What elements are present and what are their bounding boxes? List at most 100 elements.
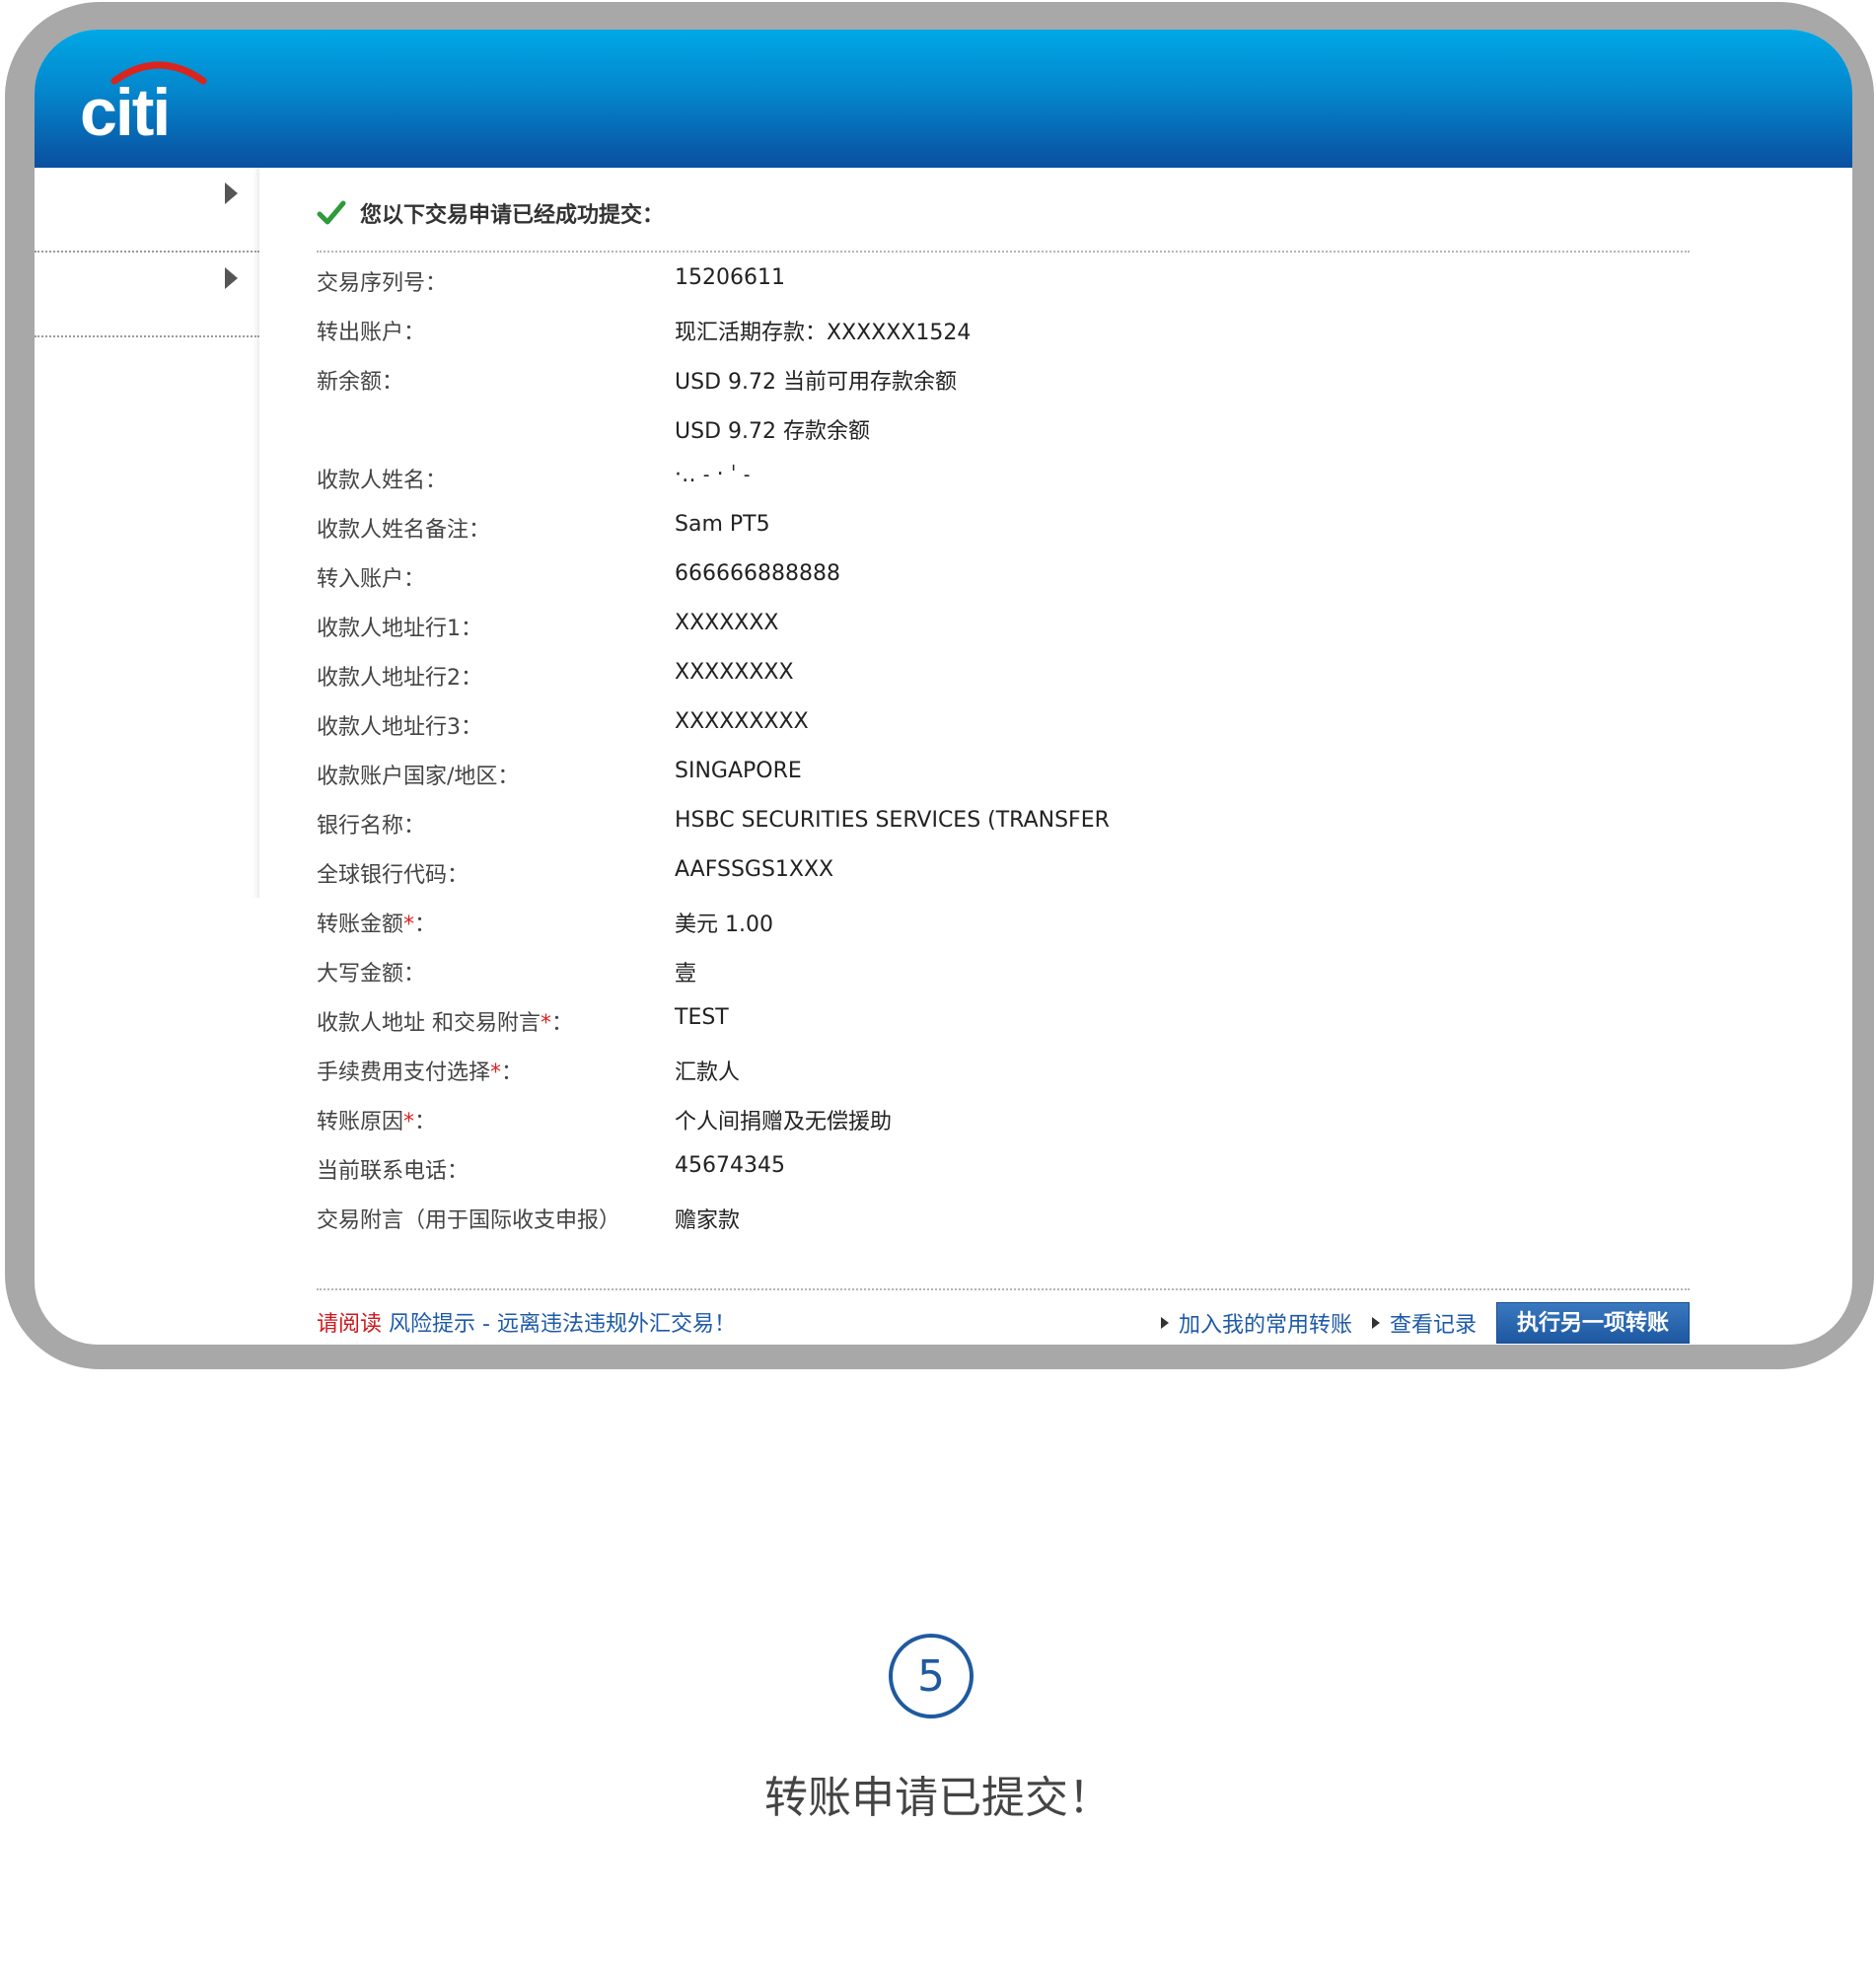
payee-name-value: ·‥ ˗ ‧ ˈ ˗ (675, 463, 751, 487)
check-icon (317, 200, 346, 225)
amount-words-label: 大写金额： (317, 962, 426, 986)
country-value: SINGAPORE (675, 759, 802, 783)
swift-code-label: 全球银行代码： (317, 863, 469, 888)
amount-value: 美元 1.00 (675, 913, 773, 937)
detail-row-amount: 转账金额*： 美元 1.00 (317, 895, 1690, 944)
colon: ： (414, 913, 437, 937)
detail-row-balance-deposit: USD 9.72 存款余额 (317, 402, 1690, 451)
logo-text: citi (80, 75, 171, 150)
header-bar: citi (35, 30, 1852, 168)
address-line2-label: 收款人地址行2： (317, 666, 482, 691)
confirmation-panel: 您以下交易申请已经成功提交： 交易序列号： 15206611 转出账户： 现汇活… (317, 168, 1707, 1344)
payee-name-label: 收款人姓名： (317, 469, 448, 493)
message-label: 收款人地址 和交易附言*： (317, 1005, 573, 1037)
triangle-right-icon (1371, 1317, 1380, 1329)
divider-top (317, 251, 1690, 253)
detail-row-from: 转出账户： 现汇活期存款：XXXXXX1524 (317, 303, 1690, 352)
reason-label-text: 转账原因 (317, 1110, 404, 1134)
citi-logo[interactable]: citi (80, 55, 218, 154)
detail-row-remark: 交易附言（用于国际收支申报） 赡家款 (317, 1191, 1690, 1240)
amount-label: 转账金额*： (317, 907, 436, 938)
address-line2-value: XXXXXXXX (675, 660, 794, 685)
payee-note-value: Sam PT5 (675, 512, 770, 537)
fee-value: 汇款人 (675, 1060, 741, 1085)
serial-label: 交易序列号： (317, 271, 448, 296)
remark-label: 交易附言（用于国际收支申报） (317, 1208, 621, 1233)
bank-name-label: 银行名称： (317, 814, 426, 839)
sidebar (35, 168, 259, 898)
arrow-right-icon (225, 183, 238, 204)
arrow-right-icon (225, 267, 238, 289)
detail-row-phone: 当前联系电话： 45674345 (317, 1141, 1690, 1191)
step-number-badge: 5 (889, 1634, 974, 1718)
detail-row-serial: 交易序列号： 15206611 (317, 254, 1690, 303)
phone-label: 当前联系电话： (317, 1159, 469, 1184)
app-screen: citi 您以下交易申请已经成功提交： 交易序列号： 15206611 转出账户… (35, 30, 1852, 1345)
detail-row-amount-words: 大写金额： 壹 (317, 944, 1690, 993)
detail-row-addr3: 收款人地址行3： XXXXXXXXX (317, 697, 1690, 747)
risk-notice: 请阅读 风险提示 - 远离违法违规外汇交易！ (317, 1306, 736, 1338)
device-frame: citi 您以下交易申请已经成功提交： 交易序列号： 15206611 转出账户… (5, 2, 1874, 1369)
success-message: 您以下交易申请已经成功提交： (317, 193, 664, 233)
detail-row-to-account: 转入账户： 666666888888 (317, 549, 1690, 599)
step-caption: 转账申请已提交！ (764, 1773, 1112, 1823)
balance-deposit-value: USD 9.72 存款余额 (675, 419, 870, 444)
amount-words-value: 壹 (675, 962, 697, 986)
address-line1-label: 收款人地址行1： (317, 617, 482, 641)
detail-row-bank: 银行名称： HSBC SECURITIES SERVICES (TRANSFER (317, 796, 1690, 845)
required-mark: * (403, 913, 415, 937)
address-line1-value: XXXXXXX (675, 611, 779, 635)
add-favorite-link[interactable]: 加入我的常用转账 (1160, 1307, 1352, 1339)
colon: ： (414, 1110, 437, 1134)
detail-row-balance: 新余额： USD 9.72 当前可用存款余额 (317, 352, 1690, 402)
remark-value: 赡家款 (675, 1208, 741, 1233)
from-account-label: 转出账户： (317, 321, 426, 345)
reason-label: 转账原因*： (317, 1104, 436, 1135)
detail-row-swift: 全球银行代码： AAFSSGS1XXX (317, 845, 1690, 895)
country-label: 收款账户国家/地区： (317, 765, 520, 789)
balance-available-value: USD 9.72 当前可用存款余额 (675, 370, 957, 395)
another-transfer-button[interactable]: 执行另一项转账 (1495, 1302, 1690, 1344)
to-account-value: 666666888888 (675, 561, 840, 586)
colon: ： (551, 1011, 574, 1036)
reason-value: 个人间捐赠及无偿援助 (675, 1110, 893, 1134)
address-line3-label: 收款人地址行3： (317, 715, 482, 740)
transaction-details: 交易序列号： 15206611 转出账户： 现汇活期存款：XXXXXX1524 … (317, 254, 1690, 1240)
message-value: TEST (675, 1005, 729, 1030)
fee-label-text: 手续费用支付选择 (317, 1060, 491, 1085)
required-mark: * (403, 1110, 415, 1134)
detail-row-message: 收款人地址 和交易附言*： TEST (317, 993, 1690, 1043)
amount-label-text: 转账金额 (317, 913, 404, 937)
to-account-label: 转入账户： (317, 567, 426, 592)
detail-row-addr2: 收款人地址行2： XXXXXXXX (317, 648, 1690, 697)
phone-value: 45674345 (675, 1153, 785, 1178)
balance-label: 新余额： (317, 370, 404, 395)
view-records-link[interactable]: 查看记录 (1371, 1307, 1477, 1339)
payee-note-label: 收款人姓名备注： (317, 518, 491, 543)
message-label-text: 收款人地址 和交易附言 (317, 1011, 541, 1036)
detail-row-payee-note: 收款人姓名备注： Sam PT5 (317, 500, 1690, 549)
risk-warning-link[interactable]: 风险提示 - 远离违法违规外汇交易！ (389, 1312, 736, 1337)
bank-name-value: HSBC SECURITIES SERVICES (TRANSFER (675, 808, 1110, 833)
serial-value: 15206611 (675, 265, 785, 290)
address-line3-value: XXXXXXXXX (675, 709, 809, 734)
fee-label: 手续费用支付选择*： (317, 1055, 523, 1086)
from-account-value: 现汇活期存款：XXXXXX1524 (675, 321, 972, 345)
detail-row-fee: 手续费用支付选择*： 汇款人 (317, 1043, 1690, 1092)
divider-bottom (317, 1288, 1690, 1290)
sidebar-item-1[interactable] (35, 168, 259, 253)
triangle-right-icon (1160, 1317, 1169, 1329)
sidebar-item-2[interactable] (35, 253, 259, 337)
detail-row-payee-name: 收款人姓名： ·‥ ˗ ‧ ˈ ˗ (317, 451, 1690, 500)
detail-row-addr1: 收款人地址行1： XXXXXXX (317, 599, 1690, 648)
required-mark: * (541, 1011, 551, 1036)
view-records-label: 查看记录 (1389, 1313, 1477, 1338)
swift-code-value: AAFSSGS1XXX (675, 857, 834, 882)
read-label: 请阅读 (317, 1312, 383, 1337)
footer-actions: 加入我的常用转账 查看记录 执行另一项转账 (1160, 1302, 1690, 1344)
colon: ： (501, 1060, 524, 1085)
required-mark: * (490, 1060, 502, 1085)
detail-row-country: 收款账户国家/地区： SINGAPORE (317, 747, 1690, 796)
add-favorite-label: 加入我的常用转账 (1178, 1313, 1352, 1338)
detail-row-reason: 转账原因*： 个人间捐赠及无偿援助 (317, 1092, 1690, 1141)
